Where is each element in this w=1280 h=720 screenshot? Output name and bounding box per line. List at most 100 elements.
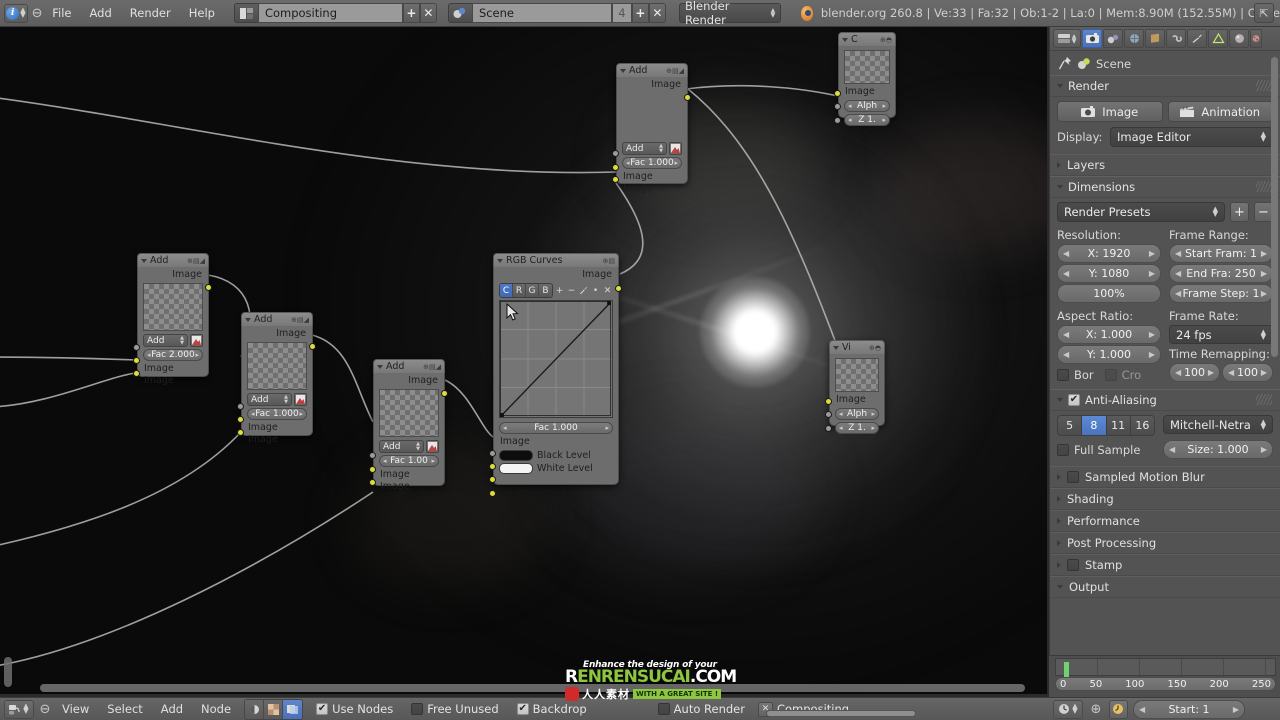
crop-checkbox[interactable] xyxy=(1104,369,1117,381)
texture-tab[interactable] xyxy=(1250,29,1262,48)
timeline-editor-type-selector[interactable]: ▲ ▼ xyxy=(1053,699,1083,719)
panel-header-stamp[interactable]: Stamp xyxy=(1050,554,1280,576)
socket-image1-in[interactable] xyxy=(369,466,376,473)
node-add-mid[interactable]: Add ⊕▤◢ Image Add ▲ ▼ ◂ Fac 1.000 ▸ Imag… xyxy=(237,312,316,445)
node-options-icons[interactable]: ⊕▤◢ xyxy=(423,363,441,371)
socket-image2-in[interactable] xyxy=(612,176,619,183)
menu-render[interactable]: Render xyxy=(121,3,180,23)
full-sample-checkbox[interactable] xyxy=(1057,443,1069,456)
panel-header-performance[interactable]: Performance xyxy=(1050,510,1280,532)
node-header[interactable]: RGB Curves ⊕▤ xyxy=(493,253,619,267)
image-toggle-icon[interactable] xyxy=(669,142,682,155)
socket-fac-in[interactable] xyxy=(489,450,496,457)
decrement-icon[interactable]: ◂ xyxy=(848,116,852,124)
channel-r[interactable]: R xyxy=(513,284,526,297)
fac-slider[interactable]: ◂ Fac 2.000 ▸ xyxy=(143,349,203,361)
socket-image-out[interactable] xyxy=(684,94,691,101)
socket-image-in[interactable] xyxy=(489,463,496,470)
increment-icon[interactable]: ▸ xyxy=(871,424,875,432)
menu-select[interactable]: Select xyxy=(98,699,151,719)
zoom-out-icon[interactable]: − xyxy=(566,285,577,297)
maximize-icon[interactable]: ⇱ xyxy=(1254,3,1274,23)
socket-image2-in[interactable] xyxy=(237,429,244,436)
render-presets-select[interactable]: Render Presets ▲ ▼ xyxy=(1057,202,1225,222)
socket-black-level-in[interactable] xyxy=(489,476,496,483)
socket-image-in[interactable] xyxy=(825,398,832,405)
fac-slider[interactable]: ◂ Fac 1.000 ▸ xyxy=(247,408,307,420)
display-select[interactable]: Image Editor ▲ ▼ xyxy=(1110,127,1273,147)
scene-close-button[interactable]: ✕ xyxy=(648,3,666,23)
properties-scrollbar[interactable] xyxy=(1271,57,1278,357)
panel-header-post-processing[interactable]: Post Processing xyxy=(1050,532,1280,554)
node-header[interactable]: C ⊕◓ xyxy=(838,32,896,46)
node-header[interactable]: Add ⊕▤◢ xyxy=(241,312,313,326)
increment-icon[interactable]: ▶ xyxy=(1149,330,1155,339)
aa-sample-8[interactable]: 8 xyxy=(1082,416,1107,435)
start-frame-field[interactable]: ◀ Start: 1 ▶ xyxy=(1133,699,1245,719)
socket-image-out[interactable] xyxy=(615,285,622,292)
increment-icon[interactable]: ▶ xyxy=(1261,249,1267,258)
socket-z-in[interactable] xyxy=(834,117,841,124)
decrement-icon[interactable]: ◂ xyxy=(251,410,255,418)
socket-fac-in[interactable] xyxy=(369,452,376,459)
resolution-y-field[interactable]: ◀ Y: 1080 ▶ xyxy=(1057,264,1161,283)
canvas-scrollbar-vertical[interactable] xyxy=(4,657,12,687)
node-header[interactable]: Add ⊕▤◢ xyxy=(616,63,688,77)
timeline-track[interactable] xyxy=(1055,658,1276,678)
collapse-triangle-icon[interactable] xyxy=(497,258,503,263)
menu-add[interactable]: Add xyxy=(81,3,121,23)
free-unused-checkbox[interactable] xyxy=(411,703,424,715)
node-editor-canvas[interactable]: Add ⊕▤◢ Image Add ▲ ▼ ◂ Fac 1.000 ▸ Imag… xyxy=(0,27,1047,694)
decrement-icon[interactable]: ◂ xyxy=(503,424,507,432)
aa-filter-select[interactable]: Mitchell-Netra ▲ ▼ xyxy=(1163,415,1273,434)
properties-context-selector[interactable]: ▲ ▼ xyxy=(1053,29,1081,48)
increment-icon[interactable]: ▶ xyxy=(1261,289,1267,298)
alpha-field[interactable]: ◂ Alph ▸ xyxy=(844,100,890,112)
collapse-triangle-icon[interactable] xyxy=(245,317,251,322)
blend-mode-select[interactable]: Add ▲ ▼ xyxy=(143,334,188,347)
fac-slider[interactable]: ◂ Fac 1.000 ▸ xyxy=(622,157,682,169)
panel-header-sampled-motion-blur[interactable]: Sampled Motion Blur xyxy=(1050,466,1280,488)
material-tab[interactable] xyxy=(1229,29,1249,48)
increment-icon[interactable]: ▸ xyxy=(195,351,199,359)
add-preset-button[interactable]: + xyxy=(1230,202,1249,222)
screen-close-button[interactable]: ✕ xyxy=(419,3,437,23)
render-animation-button[interactable]: Animation xyxy=(1167,101,1273,122)
scene-name-field[interactable]: Scene xyxy=(471,3,612,23)
node-options-icons[interactable]: ⊕◓ xyxy=(880,36,892,44)
render-engine-select[interactable]: Blender Render ▲ ▼ xyxy=(678,0,782,27)
panel-header-dimensions[interactable]: Dimensions xyxy=(1050,176,1280,198)
pin-icon[interactable] xyxy=(1058,56,1073,71)
socket-image-out[interactable] xyxy=(205,284,212,291)
socket-alpha-in[interactable] xyxy=(825,411,832,418)
z-field[interactable]: ◂ Z 1. ▸ xyxy=(835,422,879,434)
socket-image1-in[interactable] xyxy=(612,164,619,171)
compositing-icon[interactable] xyxy=(283,699,303,719)
node-options-icons[interactable]: ⊕◓ xyxy=(869,344,881,352)
increment-icon[interactable]: ▶ xyxy=(1149,350,1155,359)
panel-header-render[interactable]: Render xyxy=(1050,75,1280,97)
zoom-in-icon[interactable]: + xyxy=(554,285,565,297)
collapse-triangle-icon[interactable] xyxy=(833,345,839,350)
decrement-icon[interactable]: ◂ xyxy=(839,424,843,432)
frame-step-field[interactable]: ◀ Frame Step: 1 ▶ xyxy=(1169,284,1273,303)
texture-icon[interactable] xyxy=(264,699,284,719)
panel-header-layers[interactable]: Layers xyxy=(1050,154,1280,176)
delete-point-icon[interactable]: ✕ xyxy=(602,285,613,297)
socket-fac-in[interactable] xyxy=(133,344,140,351)
render-tab[interactable] xyxy=(1082,29,1102,48)
image-toggle-icon[interactable] xyxy=(294,393,307,406)
socket-image1-in[interactable] xyxy=(133,357,140,364)
decrement-icon[interactable]: ◂ xyxy=(626,159,630,167)
border-checkbox[interactable] xyxy=(1057,369,1069,381)
socket-image-out[interactable] xyxy=(441,390,448,397)
increment-icon[interactable]: ▶ xyxy=(1208,368,1214,377)
increment-icon[interactable]: ▶ xyxy=(1261,368,1267,377)
socket-z-in[interactable] xyxy=(825,425,832,432)
fac-slider[interactable]: ◂ Fac 1.000 ▸ xyxy=(499,422,613,434)
increment-icon[interactable]: ▸ xyxy=(605,424,609,432)
aspect-y-field[interactable]: ◀ Y: 1.000 ▶ xyxy=(1057,345,1161,364)
fac-slider[interactable]: ◂ Fac 1.00 ▸ xyxy=(379,455,439,467)
channel-c[interactable]: C xyxy=(500,284,513,297)
socket-fac-in[interactable] xyxy=(612,150,619,157)
